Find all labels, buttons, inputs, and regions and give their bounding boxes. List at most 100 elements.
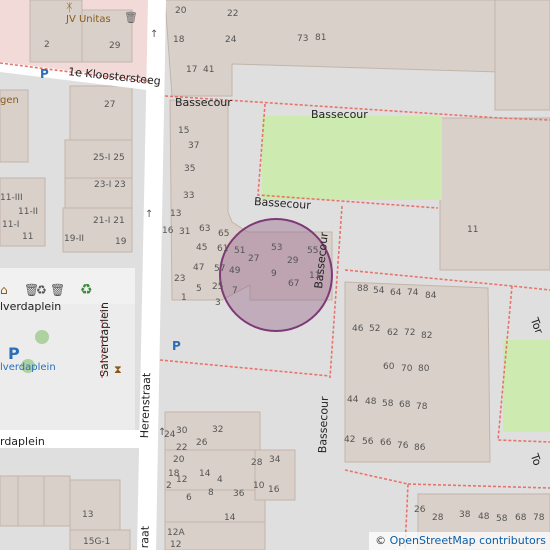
house-number: 65	[218, 229, 230, 239]
grass-area	[262, 116, 442, 200]
footway	[407, 483, 550, 489]
house-number: 14	[224, 513, 236, 523]
house-number: 7	[232, 286, 238, 296]
house-number: 47	[193, 263, 205, 273]
recycling-icon[interactable]: ♻	[36, 284, 47, 296]
house-number: 70	[401, 364, 413, 374]
house-number: 28	[432, 513, 444, 523]
house-number: 23-I 23	[94, 180, 126, 190]
house-number: 63	[199, 224, 211, 234]
house-number: 81	[315, 33, 327, 43]
house-number: 2	[166, 481, 172, 491]
house-number: 86	[414, 443, 426, 453]
house-number: 12	[170, 540, 182, 550]
building	[164, 489, 266, 523]
house-number: 19	[115, 237, 127, 247]
house-number: 48	[365, 397, 377, 407]
oneway-arrow-icon: ↑	[150, 29, 159, 40]
house-number: 68	[515, 513, 527, 523]
attribution-link[interactable]: OpenStreetMap contributors	[390, 534, 546, 547]
house-number: 34	[269, 455, 281, 465]
house-number: 48	[478, 512, 490, 522]
house-number: 32	[212, 425, 224, 435]
house-number: 11-II	[18, 207, 39, 217]
poi-label-salverdaplein: lverdaplein	[0, 300, 62, 313]
waste-basket-icon[interactable]: 🗑	[124, 12, 138, 23]
street-label-bassecour: Bassecour	[311, 108, 368, 121]
recycling-icon[interactable]: ♻	[80, 283, 93, 297]
oneway-arrow-icon: ↑	[145, 209, 154, 220]
house-number: 24	[164, 430, 176, 440]
house-number: 12A	[167, 528, 185, 538]
waste-basket-icon[interactable]: 🗑	[50, 284, 65, 296]
house-number: 19-II	[64, 234, 85, 244]
street-label-herenstraat: Herenstraat	[138, 372, 154, 439]
tree	[35, 330, 49, 344]
house-number: 29	[109, 41, 121, 51]
house-number: 20	[173, 455, 185, 465]
house-number: 41	[203, 65, 215, 75]
map-attribution: © OpenStreetMap contributors	[369, 532, 550, 550]
building	[29, 0, 83, 63]
grass-area	[503, 340, 550, 432]
building	[69, 479, 121, 531]
house-number: 1	[181, 293, 187, 303]
poi-label-parking[interactable]: lverdaplein	[0, 362, 56, 373]
street-label-bassecour: Bassecour	[175, 96, 232, 109]
building	[439, 117, 550, 271]
house-number: 82	[421, 331, 433, 341]
building	[0, 475, 19, 527]
house-number: 46	[352, 324, 364, 334]
house-number: 36	[233, 489, 245, 499]
house-number: 10	[253, 481, 265, 491]
house-number: 14	[199, 469, 211, 479]
house-number: 15	[178, 126, 190, 136]
house-number: 25	[212, 282, 224, 292]
house-number: 17	[186, 65, 198, 75]
house-number: 26	[414, 505, 426, 515]
poi-label-jv-unitas[interactable]: JV Unitas	[66, 14, 111, 25]
bicycle-parking-icon[interactable]: P	[172, 340, 181, 352]
attribution-prefix: ©	[375, 534, 390, 547]
house-number: 73	[297, 34, 309, 44]
map-canvas[interactable]: 1e Kloostersteeg Bassecour Bassecour Bas…	[0, 0, 550, 550]
house-number: 31	[179, 227, 191, 237]
house-number: 6	[186, 493, 192, 503]
building	[17, 475, 45, 527]
house-number: 76	[397, 441, 409, 451]
house-number: 60	[383, 362, 395, 372]
house-number: 18	[173, 35, 185, 45]
house-number: 64	[390, 288, 402, 298]
house-number: 84	[425, 291, 437, 301]
house-number: 52	[369, 324, 381, 334]
hourglass-icon[interactable]: ⧗	[114, 364, 122, 375]
people-icon[interactable]: ᛡ	[66, 2, 73, 13]
house-number: 78	[533, 513, 545, 523]
house-number: 11	[467, 225, 479, 235]
house-number: 58	[382, 399, 394, 409]
house-number: 55	[307, 246, 319, 256]
house-number: 44	[347, 395, 359, 405]
house-number: 25-I 25	[93, 153, 125, 163]
house-number: 61	[217, 244, 229, 254]
street-label-salverdaplein: rdaplein	[0, 435, 45, 448]
house-number: 11	[22, 232, 34, 242]
house-number: 53	[271, 243, 283, 253]
bicycle-parking-icon[interactable]: P	[40, 68, 49, 80]
house-number: 15G-1	[83, 537, 111, 547]
shop-icon[interactable]: ⌂	[0, 284, 8, 296]
street-label-salverdaplein: Salverdaplein	[98, 302, 111, 377]
parking-icon[interactable]: P	[8, 346, 20, 362]
house-number: 29	[287, 256, 299, 266]
house-number: 62	[387, 328, 399, 338]
house-number: 23	[174, 274, 186, 284]
street-label-herenstraat: raat	[138, 525, 152, 549]
house-number: 68	[399, 400, 411, 410]
house-number: 26	[196, 438, 208, 448]
house-number: 30	[176, 426, 188, 436]
house-number: 49	[229, 266, 241, 276]
house-number: 16	[162, 226, 174, 236]
salverdaplein-square	[0, 268, 135, 304]
house-number: 33	[183, 191, 195, 201]
street-label-bassecour: Bassecour	[316, 396, 331, 454]
